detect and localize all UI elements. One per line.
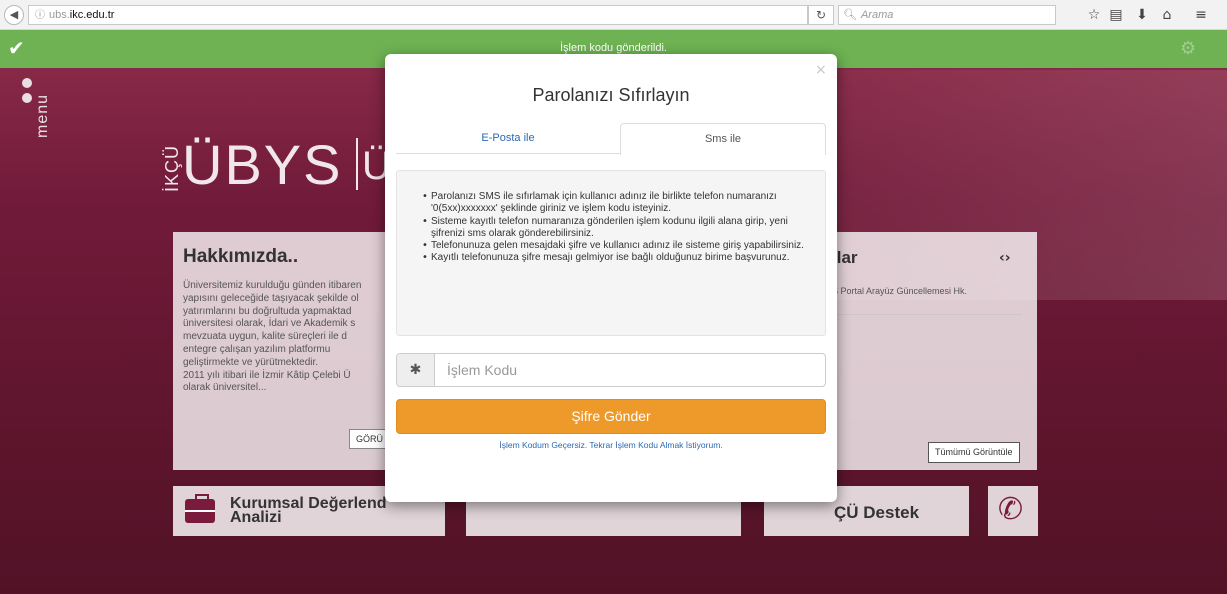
carousel-arrows-icon[interactable]: ‹› (999, 250, 1011, 266)
modal-title: Parolanızı Sıfırlayın (532, 85, 690, 105)
library-icon[interactable]: ▤ (1105, 5, 1127, 25)
url-bar[interactable]: ⓘ ubs.ikc.edu.tr (28, 5, 808, 25)
code-input[interactable] (447, 354, 817, 386)
side-menu-label[interactable]: menu (34, 94, 52, 138)
about-title: Hakkımızda.. (183, 246, 299, 267)
star-icon[interactable]: ☆ (1083, 5, 1105, 25)
home-icon[interactable]: ⌂ (1156, 5, 1178, 25)
code-input-group: ✱ (396, 353, 826, 387)
phone-icon: ✆ (998, 492, 1024, 527)
notification-message: İşlem kodu gönderildi. (559, 42, 667, 54)
briefcase-icon (185, 494, 215, 523)
menu-icon[interactable]: ≡ (1190, 5, 1212, 25)
url-subdomain: ubs. (49, 9, 70, 21)
tile-destek-label: ÇÜ Destek (834, 503, 920, 522)
retry-code-link[interactable]: İşlem Kodum Geçersiz. Tekrar İşlem Kodu … (385, 440, 837, 450)
tab-sms[interactable]: Sms ile (620, 123, 826, 155)
info-item: Parolanızı SMS ile sıfırlamak için kulla… (422, 191, 817, 216)
asterisk-icon: ✱ (397, 354, 435, 386)
url-host: ikc.edu.tr (69, 9, 115, 21)
browser-toolbar: ◀ ⓘ ubs.ikc.edu.tr ↻ 🔍︎ Arama ☆ ▤ ⬇ ⌂ ≡ (0, 0, 1227, 30)
tile-kurumsal-label: Kurumsal Değerlend Analizi (230, 496, 386, 526)
reset-password-modal: × Parolanızı Sıfırlayın E-Posta ile Sms … (385, 54, 837, 502)
view-all-button[interactable]: Tümümü Görüntüle (928, 442, 1020, 463)
send-password-button[interactable]: Şifre Gönder (396, 399, 826, 434)
download-icon[interactable]: ⬇ (1131, 5, 1153, 25)
info-item: Sisteme kayıtlı telefon numaranıza gönde… (422, 216, 817, 241)
tile-kurumsal-line2: Analizi (230, 509, 282, 526)
search-placeholder: Arama (860, 9, 894, 21)
reload-icon[interactable]: ↻ (808, 5, 834, 25)
info-list: Parolanızı SMS ile sıfırlamak için kulla… (422, 191, 817, 265)
logo-divider (356, 138, 358, 190)
info-item: Telefonunuza gelen mesajdaki şifre ve ku… (422, 240, 817, 253)
logo-small-text: İKÇÜ (162, 145, 182, 193)
menu-dots-icon[interactable] (22, 78, 32, 108)
gear-icon[interactable]: ⚙ (1180, 38, 1196, 59)
tab-email[interactable]: E-Posta ile (396, 123, 620, 154)
announcements-card: ılar ‹› S Portal Arayüz Güncellemesi Hk.… (828, 232, 1037, 470)
tile-phone[interactable]: ✆ (988, 486, 1038, 536)
info-icon[interactable]: ⓘ (35, 10, 45, 21)
about-more-button[interactable]: GÖRÜ (349, 429, 390, 449)
search-icon: 🔍︎ (843, 8, 857, 21)
divider (832, 314, 1022, 315)
about-card: Hakkımızda.. Üniversitemiz kurulduğu gün… (173, 232, 393, 470)
about-text: Üniversitemiz kurulduğu günden itibaren … (183, 280, 362, 394)
info-box: Parolanızı SMS ile sıfırlamak için kulla… (396, 170, 826, 336)
logo-main-text: ÜBYS (182, 133, 343, 196)
search-input[interactable]: 🔍︎ Arama (838, 5, 1056, 25)
back-arrow-icon[interactable]: ◀ (4, 5, 24, 25)
info-item: Kayıtlı telefonunuza şifre mesajı gelmiy… (422, 252, 817, 265)
close-icon[interactable]: × (815, 62, 827, 78)
announcement-item[interactable]: S Portal Arayüz Güncellemesi Hk. (832, 286, 967, 296)
